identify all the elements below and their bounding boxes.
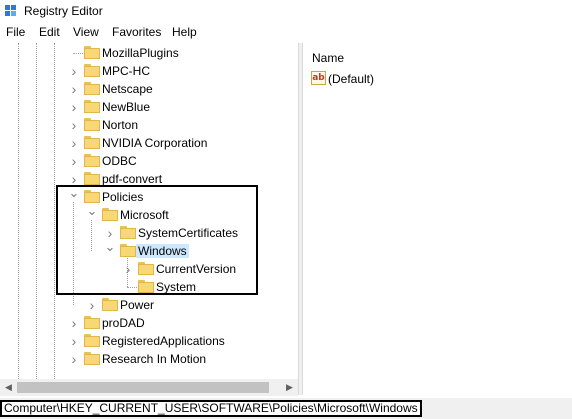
tree-node[interactable]: › Power	[0, 296, 298, 314]
folder-icon	[84, 46, 100, 59]
tree-node[interactable]: › Norton	[0, 116, 298, 134]
chevron-right-icon[interactable]: ›	[68, 82, 80, 96]
tree-node[interactable]: › Research In Motion	[0, 350, 298, 368]
chevron-right-icon[interactable]: ›	[68, 154, 80, 168]
folder-icon	[84, 352, 100, 365]
registry-editor-icon	[5, 5, 17, 17]
tree-node[interactable]: › ODBC	[0, 152, 298, 170]
tree-node-label: Norton	[102, 118, 139, 132]
scroll-thumb[interactable]	[17, 382, 269, 393]
folder-icon	[102, 298, 118, 311]
menu-edit[interactable]: Edit	[39, 25, 60, 39]
registry-key-tree[interactable]: MozillaPlugins › MPC-HC › Netscape › NewBlue › N…	[0, 43, 298, 395]
tree-node-label: pdf-convert	[102, 172, 163, 186]
scroll-left-icon[interactable]: ◀	[0, 379, 17, 396]
folder-icon	[84, 82, 100, 95]
folder-icon	[84, 316, 100, 329]
chevron-right-icon[interactable]: ›	[68, 64, 80, 78]
folder-icon	[84, 154, 100, 167]
menu-file[interactable]: File	[6, 25, 25, 39]
status-bar: Computer\HKEY_CURRENT_USER\SOFTWARE\Poli…	[0, 398, 572, 419]
tree-node-label: ODBC	[102, 154, 137, 168]
tree-node[interactable]: › MPC-HC	[0, 62, 298, 80]
tree-node-label: RegisteredApplications	[102, 334, 225, 348]
tree-node-label: NewBlue	[102, 100, 151, 114]
tree-node-label: Research In Motion	[102, 352, 207, 366]
folder-icon	[84, 136, 100, 149]
window-title: Registry Editor	[24, 4, 103, 18]
value-name: (Default)	[328, 72, 375, 86]
chevron-right-icon[interactable]: ›	[68, 118, 80, 132]
menu-help[interactable]: Help	[172, 25, 197, 39]
registry-values-pane[interactable]: Name ab (Default)	[303, 43, 572, 395]
tree-node-label: Power	[120, 298, 155, 312]
menu-bar: File Edit View Favorites Help	[0, 22, 572, 42]
folder-icon	[84, 64, 100, 77]
folder-icon	[84, 334, 100, 347]
registry-path[interactable]: Computer\HKEY_CURRENT_USER\SOFTWARE\Poli…	[0, 400, 422, 417]
policies-callout-box	[56, 185, 258, 295]
chevron-right-icon[interactable]: ›	[86, 298, 98, 312]
chevron-right-icon[interactable]: ›	[68, 172, 80, 186]
tree-node[interactable]: › NewBlue	[0, 98, 298, 116]
chevron-right-icon[interactable]: ›	[68, 100, 80, 114]
title-bar: Registry Editor	[0, 0, 572, 22]
chevron-right-icon[interactable]: ›	[68, 352, 80, 366]
folder-icon	[84, 100, 100, 113]
folder-icon	[84, 172, 100, 185]
tree-node-label: MPC-HC	[102, 64, 150, 78]
menu-favorites[interactable]: Favorites	[112, 25, 161, 39]
tree-node-label: MozillaPlugins	[102, 46, 179, 60]
tree-node-label: NVIDIA Corporation	[102, 136, 208, 150]
string-value-icon: ab	[311, 71, 326, 85]
menu-view[interactable]: View	[73, 25, 99, 39]
scroll-right-icon[interactable]: ▶	[281, 379, 298, 396]
tree-node-label: proDAD	[102, 316, 145, 330]
tree-node[interactable]: › proDAD	[0, 314, 298, 332]
chevron-right-icon[interactable]: ›	[68, 136, 80, 150]
chevron-right-icon[interactable]: ›	[68, 334, 80, 348]
tree-node-label: Netscape	[102, 82, 153, 96]
tree-node[interactable]: › Netscape	[0, 80, 298, 98]
tree-horizontal-scrollbar[interactable]: ◀ ▶	[0, 379, 298, 396]
folder-icon	[84, 118, 100, 131]
tree-node[interactable]: › NVIDIA Corporation	[0, 134, 298, 152]
tree-node[interactable]: › RegisteredApplications	[0, 332, 298, 350]
chevron-right-icon[interactable]: ›	[68, 316, 80, 330]
tree-node[interactable]: MozillaPlugins	[0, 44, 298, 62]
column-header-name[interactable]: Name	[312, 51, 344, 65]
